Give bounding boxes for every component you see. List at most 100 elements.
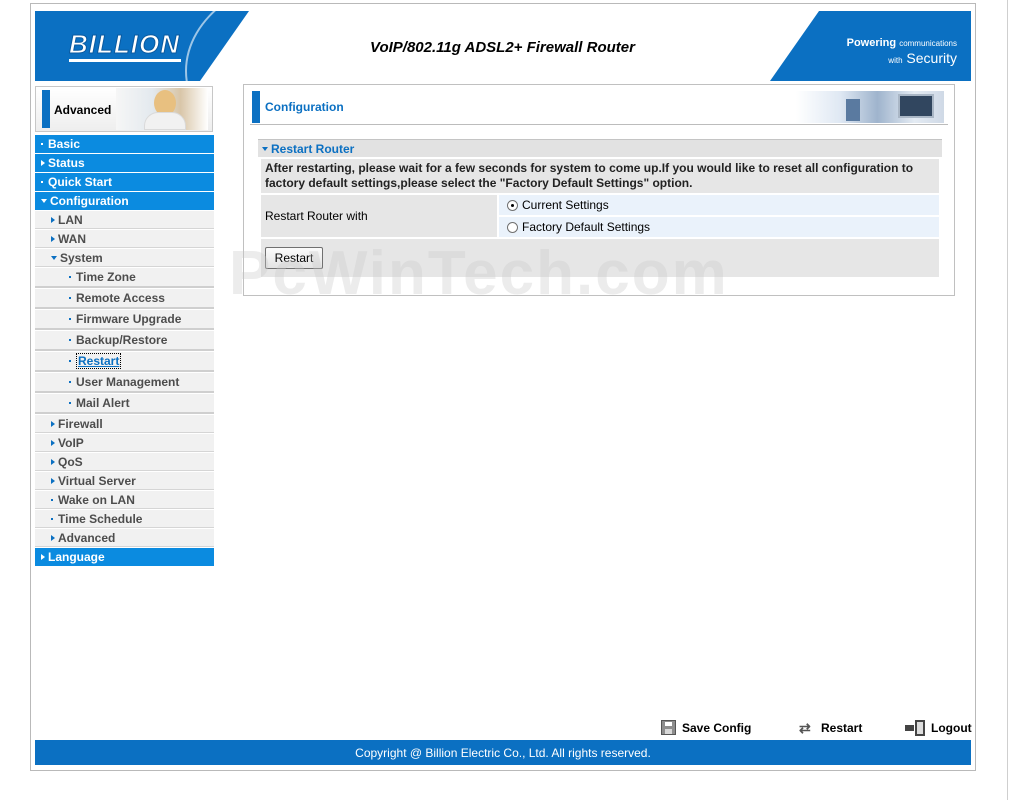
logo-underline bbox=[69, 59, 181, 62]
sidebar-item-restart[interactable]: Restart bbox=[35, 352, 214, 372]
sidebar-item-label: WAN bbox=[58, 231, 86, 246]
sidebar-item-label: System bbox=[60, 250, 103, 265]
sidebar-item-system[interactable]: System bbox=[35, 249, 214, 267]
page-header: Configuration bbox=[250, 89, 948, 125]
mode-accent-bar bbox=[42, 90, 50, 128]
chevron-right-icon bbox=[51, 458, 55, 465]
sidebar-item-virtual-server[interactable]: Virtual Server bbox=[35, 472, 214, 490]
sidebar-item-label: Mail Alert bbox=[76, 396, 130, 410]
sidebar-item-label: Basic bbox=[48, 137, 81, 151]
support-woman-photo bbox=[116, 88, 208, 130]
bullet-icon bbox=[69, 339, 71, 341]
sidebar-item-label: Advanced bbox=[58, 530, 116, 545]
sidebar-item-label: Status bbox=[48, 156, 85, 170]
tagline-powering: Powering bbox=[846, 37, 897, 49]
bullet-icon bbox=[51, 517, 53, 520]
section-title: Restart Router bbox=[271, 141, 355, 156]
chevron-right-icon bbox=[51, 235, 55, 242]
sidebar-item-wan[interactable]: WAN bbox=[35, 230, 214, 248]
factory-default-radio[interactable] bbox=[507, 221, 518, 233]
router-admin-frame: BILLION VoIP/802.11g ADSL2+ Firewall Rou… bbox=[30, 3, 976, 771]
bullet-icon bbox=[69, 318, 71, 320]
bullet-icon bbox=[41, 143, 43, 145]
button-row: Restart bbox=[261, 239, 939, 277]
sidebar-item-firmware-upgrade[interactable]: Firmware Upgrade bbox=[35, 310, 214, 330]
chevron-down-icon bbox=[51, 255, 57, 260]
sidebar-item-wake-on-lan[interactable]: Wake on LAN bbox=[35, 491, 214, 509]
mode-box: Advanced bbox=[35, 86, 213, 132]
sidebar-item-label: Firmware Upgrade bbox=[76, 312, 182, 326]
mode-label: Advanced bbox=[54, 103, 112, 117]
tagline-communications: communications bbox=[899, 39, 957, 48]
option-current-settings[interactable]: Current Settings bbox=[499, 195, 939, 215]
sidebar-item-time-zone[interactable]: Time Zone bbox=[35, 268, 214, 288]
bullet-icon bbox=[69, 360, 71, 362]
sidebar-item-label: QoS bbox=[58, 454, 83, 469]
section-body: After restarting, please wait for a few … bbox=[258, 157, 942, 277]
sidebar-item-advanced[interactable]: Advanced bbox=[35, 529, 214, 547]
sidebar-item-label: VoIP bbox=[58, 435, 84, 450]
office-banner-image bbox=[796, 91, 944, 123]
logout-icon bbox=[905, 720, 925, 736]
floppy-disk-icon bbox=[661, 720, 676, 735]
logout-action[interactable]: Logout bbox=[905, 720, 972, 736]
sidebar-item-lan[interactable]: LAN bbox=[35, 211, 214, 229]
chevron-right-icon bbox=[51, 534, 55, 541]
sidebar-item-label: Wake on LAN bbox=[58, 492, 135, 507]
tagline: Powering communications with Security bbox=[847, 36, 957, 68]
sidebar-item-label: Time Zone bbox=[76, 270, 136, 284]
header-banner: BILLION VoIP/802.11g ADSL2+ Firewall Rou… bbox=[35, 11, 971, 81]
restart-with-label: Restart Router with bbox=[261, 195, 497, 237]
save-config-action[interactable]: Save Config bbox=[661, 720, 751, 735]
chevron-right-icon bbox=[41, 160, 45, 166]
bullet-icon bbox=[51, 498, 53, 501]
sidebar-item-label: Remote Access bbox=[76, 291, 165, 305]
chevron-right-icon bbox=[51, 439, 55, 446]
sidebar-item-firewall[interactable]: Firewall bbox=[35, 415, 214, 433]
sidebar-item-qos[interactable]: QoS bbox=[35, 453, 214, 471]
bullet-icon bbox=[69, 297, 71, 299]
window-edge bbox=[1007, 0, 1008, 800]
sidebar-item-language[interactable]: Language bbox=[35, 548, 214, 566]
restart-router-section: Restart Router After restarting, please … bbox=[258, 139, 942, 277]
copyright-text: Copyright @ Billion Electric Co., Ltd. A… bbox=[355, 745, 651, 760]
restart-options: Current Settings Factory Default Setting… bbox=[499, 195, 939, 239]
page-accent-bar bbox=[252, 91, 260, 123]
sidebar-item-time-schedule[interactable]: Time Schedule bbox=[35, 510, 214, 528]
sidebar-item-user-management[interactable]: User Management bbox=[35, 373, 214, 393]
sidebar-item-label: Time Schedule bbox=[58, 511, 143, 526]
section-header: Restart Router bbox=[258, 139, 942, 157]
sidebar-item-label: Firewall bbox=[58, 416, 103, 431]
tagline-security: Security bbox=[906, 50, 957, 66]
factory-default-label: Factory Default Settings bbox=[522, 220, 651, 234]
product-title: VoIP/802.11g ADSL2+ Firewall Router bbox=[370, 39, 635, 56]
sidebar-item-quick-start[interactable]: Quick Start bbox=[35, 173, 214, 191]
restart-option-row: Restart Router with Current Settings Fac… bbox=[261, 195, 939, 239]
footer-bar: Copyright @ Billion Electric Co., Ltd. A… bbox=[35, 740, 971, 765]
current-settings-label: Current Settings bbox=[522, 198, 609, 212]
sidebar-item-label: Restart bbox=[76, 353, 122, 369]
sidebar-item-voip[interactable]: VoIP bbox=[35, 434, 214, 452]
save-config-label: Save Config bbox=[682, 720, 752, 735]
sidebar-item-remote-access[interactable]: Remote Access bbox=[35, 289, 214, 309]
option-factory-default[interactable]: Factory Default Settings bbox=[499, 217, 939, 237]
sidebar-item-mail-alert[interactable]: Mail Alert bbox=[35, 394, 214, 414]
bullet-icon bbox=[69, 402, 71, 404]
bullet-icon bbox=[69, 276, 71, 278]
sidebar-item-backup-restore[interactable]: Backup/Restore bbox=[35, 331, 214, 351]
sidebar-item-label: Configuration bbox=[50, 194, 129, 208]
logout-label: Logout bbox=[931, 721, 972, 735]
sidebar-item-basic[interactable]: Basic bbox=[35, 135, 214, 153]
sidebar-item-label: Quick Start bbox=[48, 175, 113, 189]
sidebar-item-label: Backup/Restore bbox=[76, 333, 168, 347]
restart-action[interactable]: ⇄ Restart bbox=[799, 720, 862, 736]
sidebar-item-status[interactable]: Status bbox=[35, 154, 214, 172]
restart-notice: After restarting, please wait for a few … bbox=[261, 159, 939, 193]
chevron-right-icon bbox=[41, 554, 45, 560]
restart-button[interactable]: Restart bbox=[265, 247, 323, 269]
sidebar-item-configuration[interactable]: Configuration bbox=[35, 192, 214, 210]
restart-icon: ⇄ bbox=[799, 720, 811, 736]
current-settings-radio[interactable] bbox=[507, 199, 518, 211]
bullet-icon bbox=[69, 381, 71, 383]
content-panel: Configuration Restart Router After resta… bbox=[243, 84, 955, 296]
